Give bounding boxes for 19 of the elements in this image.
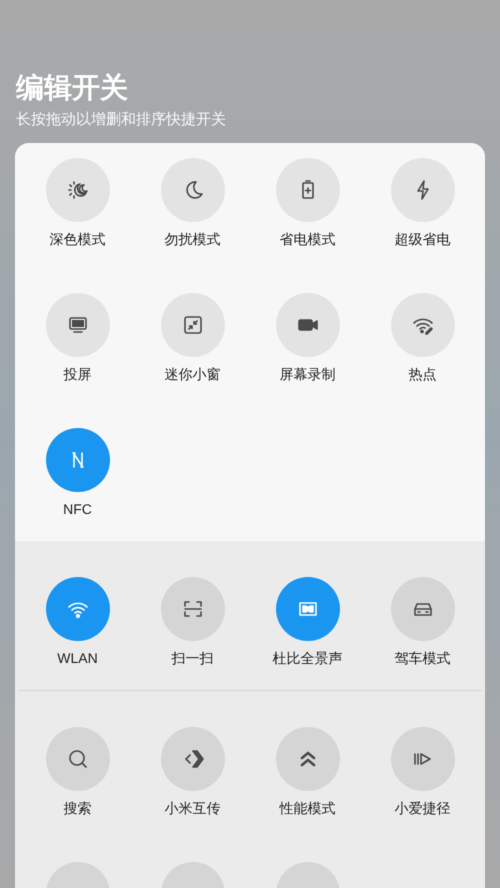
toggle-label: 深色模式 [50, 230, 106, 249]
toggle-label: 扫一扫 [172, 649, 214, 668]
toggle-label: WLAN [57, 649, 98, 668]
toggle-label: 小爱捷径 [394, 799, 450, 818]
toggle-label: 超级省电 [394, 230, 450, 249]
toggle-label: 迷你小窗 [164, 365, 220, 384]
toggle-label: 热点 [408, 365, 436, 384]
toggle-label: 勿扰模式 [164, 230, 220, 249]
toggle-label: 杜比全景声 [272, 649, 342, 668]
toggle-label: NFC [63, 500, 92, 519]
page-title: 编辑开关 [16, 71, 128, 105]
toggle-label: 搜索 [64, 799, 92, 818]
toggle-label: 驾车模式 [394, 649, 450, 668]
toggle-label: 性能模式 [280, 799, 336, 818]
toggle-label: 投屏 [64, 365, 92, 384]
toggle-label: 省电模式 [280, 230, 336, 249]
toggle-label: 小米互传 [164, 799, 220, 818]
page-subtitle: 长按拖动以增删和排序快捷开关 [16, 110, 226, 130]
toggle-label: 屏幕录制 [280, 365, 336, 384]
